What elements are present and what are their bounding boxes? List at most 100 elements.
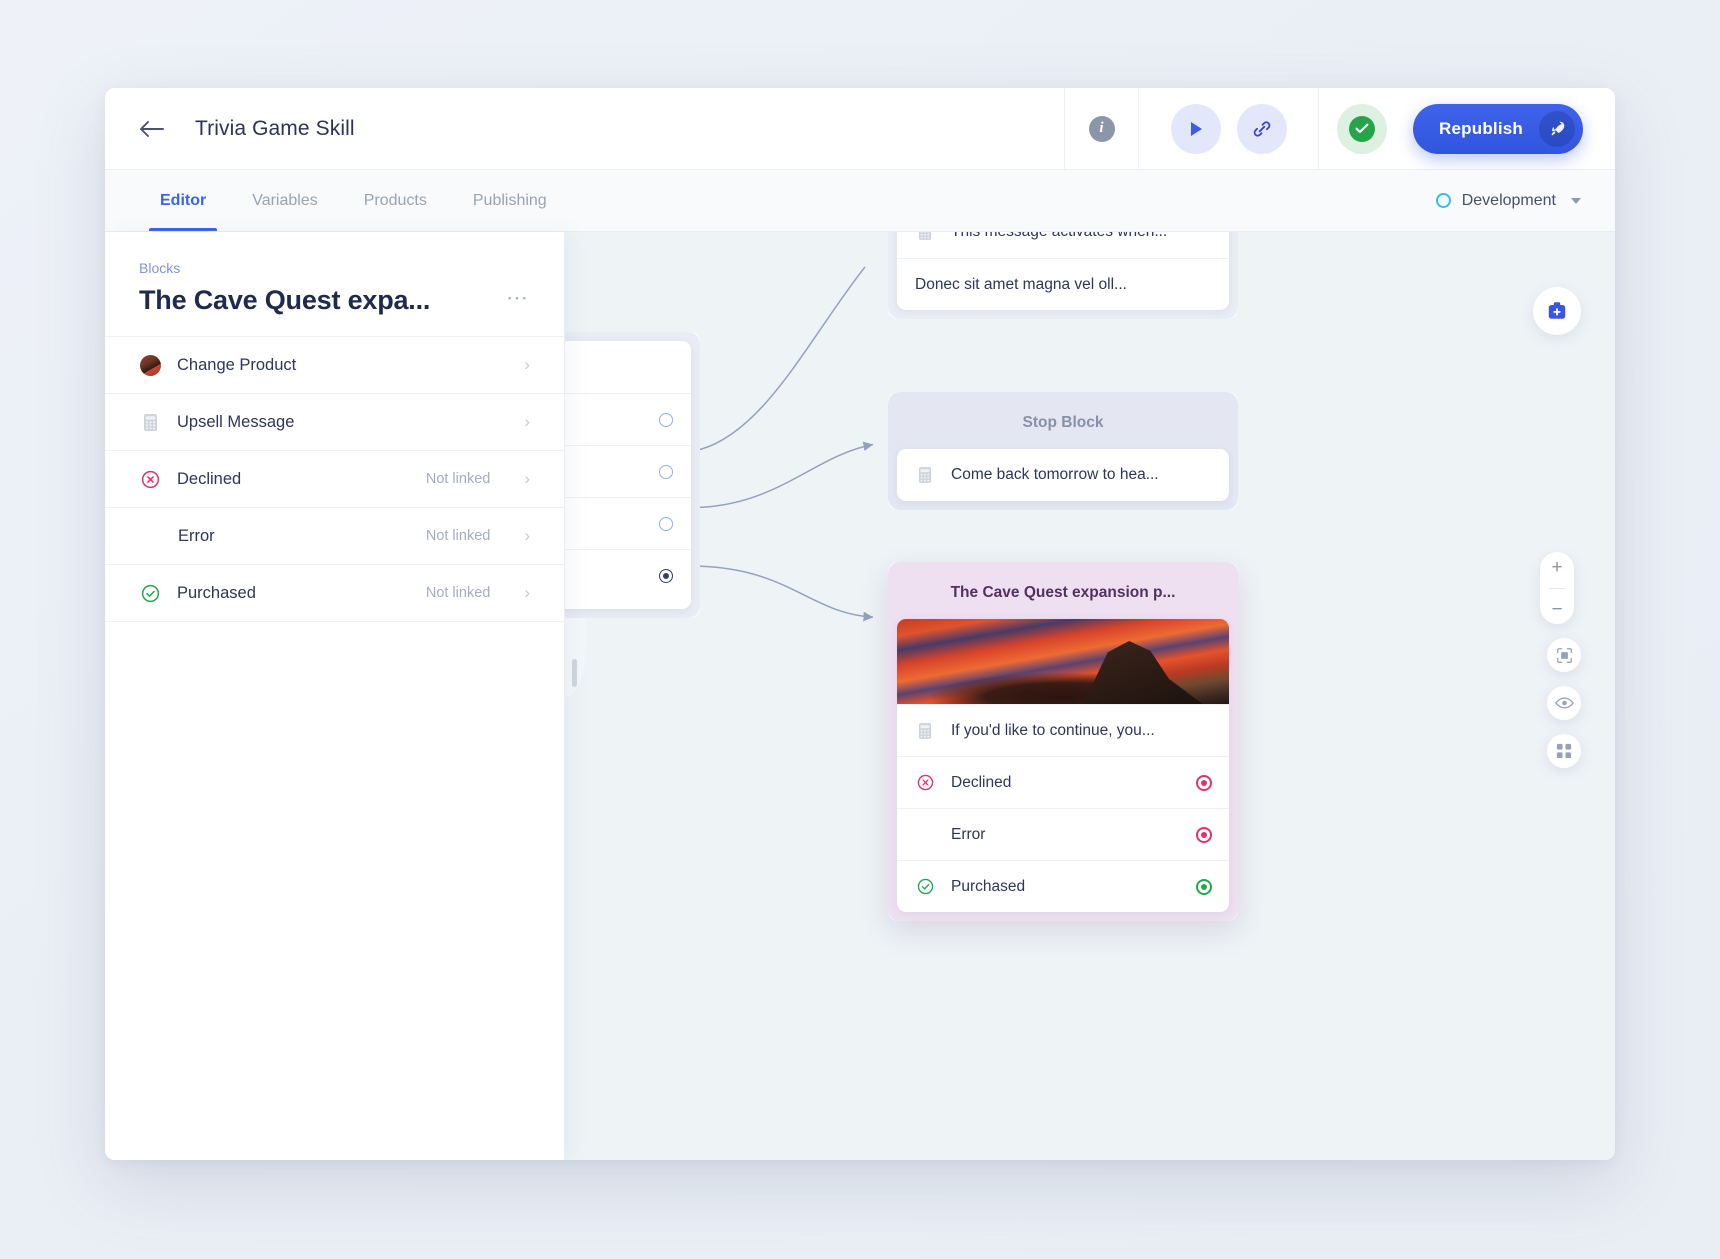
purchased-glyph-icon (141, 584, 159, 602)
page-title: Trivia Game Skill (195, 116, 355, 140)
connector-port-open[interactable] (659, 464, 673, 479)
status-cell (1319, 88, 1405, 169)
chevron-right-icon: › (524, 526, 530, 545)
node-cave-line-declined[interactable]: Declined (897, 756, 1229, 808)
tab-products[interactable]: Products (341, 170, 450, 231)
purchased-icon (139, 582, 161, 604)
sidebar-item-label: Declined (177, 469, 242, 488)
edge-to-top (699, 266, 866, 451)
product-thumbnail-icon (139, 354, 161, 376)
flow-canvas[interactable]: ! (565, 232, 1615, 1160)
sidebar-resize-handle[interactable] (572, 659, 577, 687)
tab-bar: Editor Variables Products Publishing Dev… (105, 170, 1615, 232)
sidebar-item-label: Upsell Message (177, 412, 295, 431)
link-icon (1253, 120, 1270, 137)
flow-node-cave-quest[interactable]: The Cave Quest expansion p... If you'd l… (888, 562, 1238, 921)
ellipsis-icon[interactable]: ⋯ (506, 286, 530, 309)
link-button[interactable] (1236, 103, 1287, 154)
sidebar-item-error[interactable]: Error Not linked › (105, 508, 564, 565)
tab-variables[interactable]: Variables (229, 170, 341, 231)
declined-glyph-icon (917, 774, 933, 791)
edge-to-cave (699, 565, 874, 622)
node-left-line[interactable] (565, 497, 691, 549)
sidebar-item-label: Purchased (177, 583, 256, 602)
zoom-controls: + − (1540, 552, 1574, 624)
message-glyph-icon (918, 232, 932, 240)
connector-port-open[interactable] (659, 412, 673, 427)
node-left-line[interactable]: ! (565, 341, 691, 393)
rocket-glyph-icon (1551, 121, 1564, 136)
connector-port-filled[interactable] (659, 568, 673, 583)
message-icon (915, 466, 935, 484)
breadcrumb[interactable]: Blocks (139, 260, 180, 276)
purchased-icon (915, 878, 935, 895)
chevron-right-icon: › (524, 583, 530, 602)
node-cave-title: The Cave Quest expansion p... (950, 584, 1176, 601)
connector-port-error[interactable] (1196, 826, 1212, 843)
node-left-line[interactable] (565, 393, 691, 445)
action-cell (1139, 88, 1320, 169)
message-glyph-icon (143, 413, 157, 431)
environment-label: Development (1461, 191, 1556, 209)
sidebar-item-declined[interactable]: Declined Not linked › (105, 451, 564, 508)
node-top-card: This message activates when... Donec sit… (897, 232, 1229, 310)
node-cave-frame: The Cave Quest expansion p... If you'd l… (888, 562, 1238, 921)
node-cave-line-message[interactable]: If you'd like to continue, you... (897, 704, 1229, 756)
declined-icon (915, 774, 935, 791)
title-bar: Trivia Game Skill i Republish (105, 88, 1615, 170)
app-body: Blocks The Cave Quest expa... ⋯ Change P… (105, 232, 1615, 1160)
sidebar-item-label: Change Product (177, 355, 297, 374)
flow-node-stop-block[interactable]: Stop Block Come back tomorrow to hea... (888, 392, 1238, 510)
eye-icon (1554, 697, 1574, 709)
message-icon (915, 232, 935, 241)
sidebar-header: Blocks The Cave Quest expa... ⋯ (105, 232, 564, 337)
node-left-card: ! (565, 341, 691, 609)
node-cave-line-purchased[interactable]: Purchased (897, 860, 1229, 912)
zoom-out-button[interactable]: − (1551, 600, 1562, 619)
grid-view-button[interactable] (1547, 734, 1581, 768)
sidebar-item-meta: Not linked (425, 585, 491, 601)
zoom-in-button[interactable]: + (1551, 558, 1562, 577)
connector-port-purchased[interactable] (1196, 878, 1212, 895)
flow-node-left[interactable]: ! (565, 332, 700, 618)
info-cell: i (1065, 88, 1140, 169)
node-cave-line-text: Purchased (951, 877, 1026, 895)
republish-button[interactable]: Republish (1413, 103, 1583, 154)
node-stop-line[interactable]: Come back tomorrow to hea... (897, 449, 1229, 501)
sidebar-item-change-product[interactable]: Change Product › (105, 337, 564, 394)
play-button[interactable] (1170, 103, 1221, 154)
environment-selector[interactable]: Development (1435, 170, 1615, 231)
node-left-line[interactable] (565, 445, 691, 497)
flow-node-top-message[interactable]: This message activates when... Donec sit… (888, 232, 1238, 319)
node-top-line[interactable]: Donec sit amet magna vel oll... (897, 258, 1229, 310)
sidebar-item-label: Error (178, 526, 215, 545)
preview-button[interactable] (1547, 686, 1581, 720)
app-window: Trivia Game Skill i Republish Editor Var… (105, 88, 1615, 1160)
sidebar-item-purchased[interactable]: Purchased Not linked › (105, 565, 564, 622)
add-block-button[interactable] (1533, 287, 1581, 335)
status-badge[interactable] (1337, 103, 1388, 154)
node-left-line[interactable] (565, 549, 691, 601)
message-icon (915, 722, 935, 740)
sidebar-item-meta: Not linked (425, 471, 491, 487)
node-stop-line-text: Come back tomorrow to hea... (951, 466, 1159, 483)
sidebar-item-upsell-message[interactable]: Upsell Message › (105, 394, 564, 451)
tab-editor[interactable]: Editor (137, 170, 229, 231)
node-cave-line-error[interactable]: Error (897, 808, 1229, 860)
fit-to-screen-button[interactable] (1547, 638, 1581, 672)
circle-outline-icon (1435, 193, 1451, 208)
declined-glyph-icon (141, 470, 159, 488)
fit-to-screen-icon (1556, 647, 1572, 663)
tab-publishing[interactable]: Publishing (450, 170, 570, 231)
republish-label: Republish (1439, 118, 1523, 138)
play-icon (1190, 121, 1202, 136)
message-glyph-icon (918, 722, 932, 739)
node-top-line[interactable]: This message activates when... (897, 232, 1229, 258)
connector-port-declined[interactable] (1196, 774, 1212, 791)
back-button[interactable] (137, 114, 167, 144)
tab-publishing-label: Publishing (472, 191, 547, 209)
rocket-icon (1539, 110, 1575, 147)
connector-port-open[interactable] (659, 516, 673, 531)
node-cave-line-text: Error (951, 825, 986, 843)
info-icon[interactable]: i (1088, 115, 1115, 142)
